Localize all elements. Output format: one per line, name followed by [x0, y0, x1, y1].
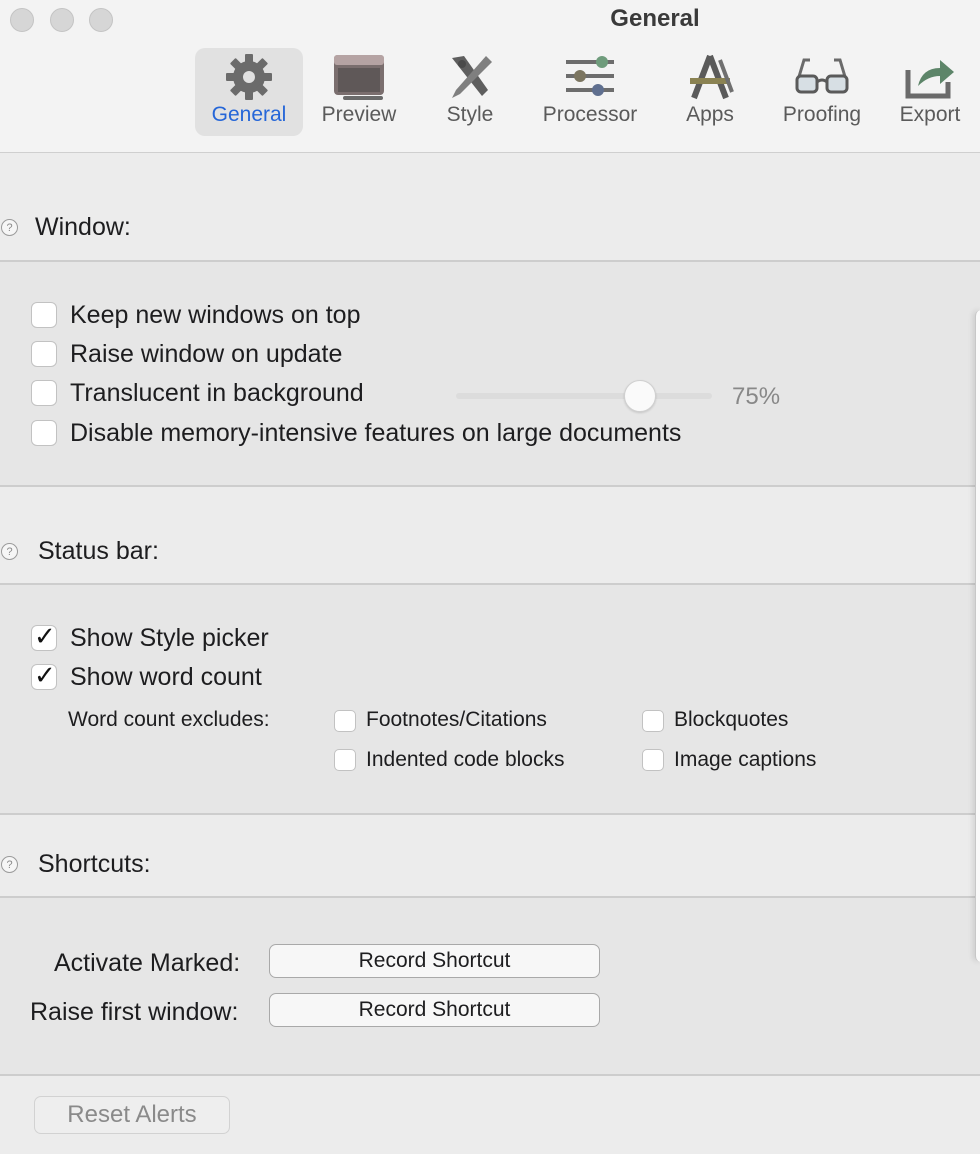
translucency-slider-knob[interactable]: [624, 380, 656, 412]
divider: [0, 485, 980, 487]
exclude-blockquotes-checkbox[interactable]: [642, 710, 664, 732]
raise-on-update-checkbox[interactable]: [31, 341, 57, 367]
raise-first-window-label: Raise first window:: [30, 998, 239, 1026]
exclude-image-captions-checkbox[interactable]: [642, 749, 664, 771]
apps-a-icon: [690, 54, 734, 100]
activate-marked-record-button[interactable]: Record Shortcut: [269, 944, 600, 978]
exclude-code-blocks-label: Indented code blocks: [366, 748, 565, 771]
status-options-panel: [0, 585, 980, 814]
tab-general[interactable]: General: [195, 48, 303, 136]
toolbar: General General Preview Style Processor …: [0, 0, 980, 153]
divider: [0, 1074, 980, 1076]
exclude-code-blocks-checkbox[interactable]: [334, 749, 356, 771]
status-section-header: ? Status bar:: [0, 533, 980, 579]
word-count-excludes-label: Word count excludes:: [68, 708, 270, 731]
sliders-icon: [566, 56, 614, 96]
translucent-checkbox[interactable]: [31, 380, 57, 406]
raise-first-window-record-button[interactable]: Record Shortcut: [269, 993, 600, 1027]
raise-on-update-label: Raise window on update: [70, 340, 343, 368]
exclude-image-captions-label: Image captions: [674, 748, 817, 771]
reset-alerts-button[interactable]: Reset Alerts: [34, 1096, 230, 1134]
tab-proofing-label: Proofing: [782, 103, 862, 126]
translucency-slider-track[interactable]: [456, 393, 712, 399]
tab-processor[interactable]: Processor: [536, 48, 644, 136]
tab-style-label: Style: [446, 103, 494, 126]
show-word-count-label: Show word count: [70, 663, 262, 691]
tab-processor-label: Processor: [542, 103, 638, 126]
window-section-header: ? Window:: [0, 209, 980, 255]
tab-apps[interactable]: Apps: [656, 48, 764, 136]
tab-export-label: Export: [899, 103, 961, 126]
window-title: General: [610, 5, 700, 32]
gear-icon: [226, 54, 272, 100]
glasses-icon: [795, 58, 849, 94]
side-panel-edge: [975, 310, 980, 962]
tab-export[interactable]: Export: [880, 48, 980, 136]
window-help-button[interactable]: ?: [1, 219, 18, 236]
style-brush-icon: [452, 56, 492, 98]
show-style-picker-checkbox[interactable]: ✓: [31, 621, 57, 651]
status-help-button[interactable]: ?: [1, 543, 18, 560]
preview-window-icon: [334, 55, 384, 100]
exclude-footnotes-checkbox[interactable]: [334, 710, 356, 732]
tab-proofing[interactable]: Proofing: [768, 48, 876, 136]
tab-preview[interactable]: Preview: [305, 48, 413, 136]
shortcuts-help-button[interactable]: ?: [1, 856, 18, 873]
translucent-label: Translucent in background: [70, 379, 364, 407]
status-section-title: Status bar:: [38, 537, 159, 565]
tab-apps-label: Apps: [686, 103, 734, 126]
activate-marked-label: Activate Marked:: [54, 949, 241, 977]
shortcuts-section-title: Shortcuts:: [38, 850, 151, 878]
tab-preview-label: Preview: [321, 103, 397, 126]
shortcuts-section-header: ? Shortcuts:: [0, 846, 980, 892]
checkmark-icon: ✓: [34, 660, 56, 690]
keep-on-top-checkbox[interactable]: [31, 302, 57, 328]
exclude-blockquotes-label: Blockquotes: [674, 708, 789, 731]
tab-style[interactable]: Style: [416, 48, 524, 136]
window-options-panel: [0, 262, 980, 486]
divider: [0, 813, 980, 815]
show-style-picker-label: Show Style picker: [70, 624, 269, 652]
tab-general-label: General: [211, 103, 287, 126]
disable-memory-label: Disable memory-intensive features on lar…: [70, 419, 682, 447]
disable-memory-checkbox[interactable]: [31, 420, 57, 446]
checkmark-icon: ✓: [34, 621, 56, 651]
export-arrow-icon: [905, 60, 954, 99]
exclude-footnotes-label: Footnotes/Citations: [366, 708, 547, 731]
show-word-count-checkbox[interactable]: ✓: [31, 660, 57, 690]
shortcuts-panel: [0, 898, 980, 1074]
translucency-value: 75%: [732, 383, 781, 410]
keep-on-top-label: Keep new windows on top: [70, 301, 361, 329]
window-section-title: Window:: [35, 213, 131, 241]
